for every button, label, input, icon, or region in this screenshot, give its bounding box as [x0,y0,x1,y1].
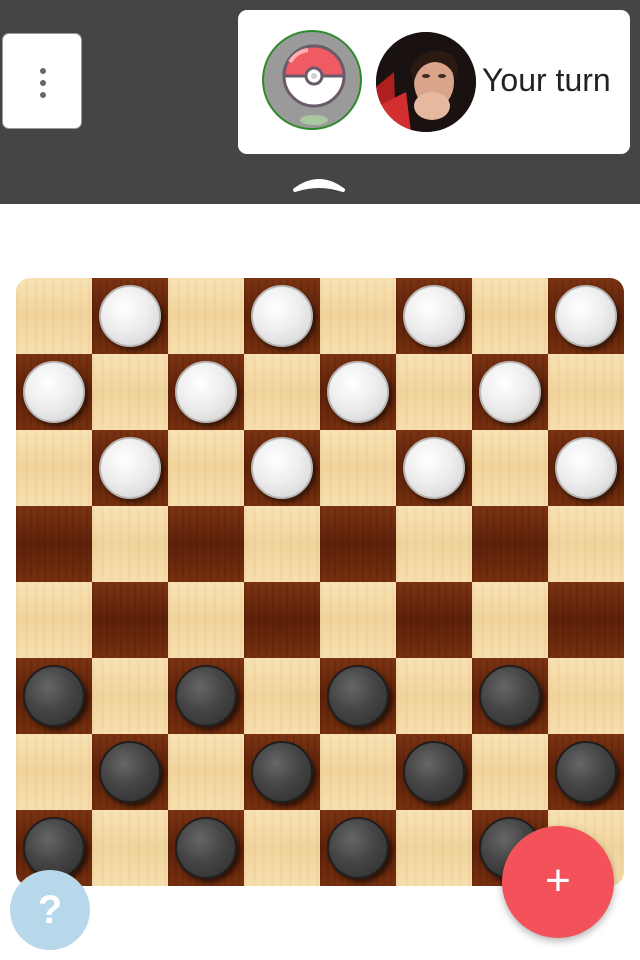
board-square[interactable] [16,278,92,354]
board-square[interactable] [244,582,320,658]
board-square[interactable] [548,354,624,430]
pokeball-icon [282,44,346,125]
board-square[interactable] [396,810,472,886]
player-avatar [376,32,476,132]
board-square[interactable] [92,582,168,658]
help-icon: ? [37,888,63,932]
black-checker-piece[interactable] [327,665,389,727]
board-square[interactable] [168,582,244,658]
white-checker-piece[interactable] [403,437,465,499]
white-checker-piece[interactable] [327,361,389,423]
board-square[interactable] [92,506,168,582]
board-square[interactable] [320,582,396,658]
white-checker-piece[interactable] [479,361,541,423]
white-checker-piece[interactable] [555,285,617,347]
white-checker-piece[interactable] [251,437,313,499]
chevron-up-icon[interactable] [292,170,346,196]
board-square[interactable] [168,278,244,354]
board-square[interactable] [320,506,396,582]
black-checker-piece[interactable] [99,741,161,803]
black-checker-piece[interactable] [251,741,313,803]
black-checker-piece[interactable] [175,665,237,727]
white-checker-piece[interactable] [99,437,161,499]
board-square[interactable] [320,734,396,810]
white-checker-piece[interactable] [555,437,617,499]
board-square[interactable] [472,430,548,506]
black-checker-piece[interactable] [175,817,237,879]
plus-icon: + [545,856,571,905]
board-square[interactable] [320,430,396,506]
board-square[interactable] [396,354,472,430]
board-square[interactable] [244,658,320,734]
white-checker-piece[interactable] [403,285,465,347]
menu-button[interactable] [2,33,82,129]
board-square[interactable] [396,582,472,658]
turn-status-text: Your turn [482,62,611,98]
board-square[interactable] [472,734,548,810]
board-square[interactable] [168,506,244,582]
board-square[interactable] [244,354,320,430]
board-square[interactable] [244,506,320,582]
board-square[interactable] [168,430,244,506]
checkers-board[interactable] [16,278,624,886]
board-square[interactable] [472,278,548,354]
white-checker-piece[interactable] [251,285,313,347]
turn-status-card: Your turn [238,10,630,154]
board-square[interactable] [16,734,92,810]
black-checker-piece[interactable] [479,665,541,727]
help-button[interactable]: ? [10,870,90,950]
black-checker-piece[interactable] [23,665,85,727]
board-square[interactable] [472,506,548,582]
board-square[interactable] [472,582,548,658]
board-square[interactable] [92,810,168,886]
top-bar: Your turn [0,0,640,204]
board-square[interactable] [548,582,624,658]
more-vert-icon [39,68,47,98]
board-square[interactable] [92,354,168,430]
black-checker-piece[interactable] [327,817,389,879]
board-square[interactable] [396,506,472,582]
black-checker-piece[interactable] [555,741,617,803]
board-square[interactable] [320,278,396,354]
board-square[interactable] [16,582,92,658]
board-square[interactable] [92,658,168,734]
white-checker-piece[interactable] [99,285,161,347]
board-square[interactable] [548,658,624,734]
user-photo [376,32,476,132]
board-square[interactable] [548,506,624,582]
white-checker-piece[interactable] [23,361,85,423]
board-square[interactable] [168,734,244,810]
opponent-avatar [262,30,362,130]
add-button[interactable]: + [502,826,614,938]
board-square[interactable] [16,430,92,506]
black-checker-piece[interactable] [403,741,465,803]
board-square[interactable] [16,506,92,582]
board-square[interactable] [244,810,320,886]
board-square[interactable] [396,658,472,734]
white-checker-piece[interactable] [175,361,237,423]
